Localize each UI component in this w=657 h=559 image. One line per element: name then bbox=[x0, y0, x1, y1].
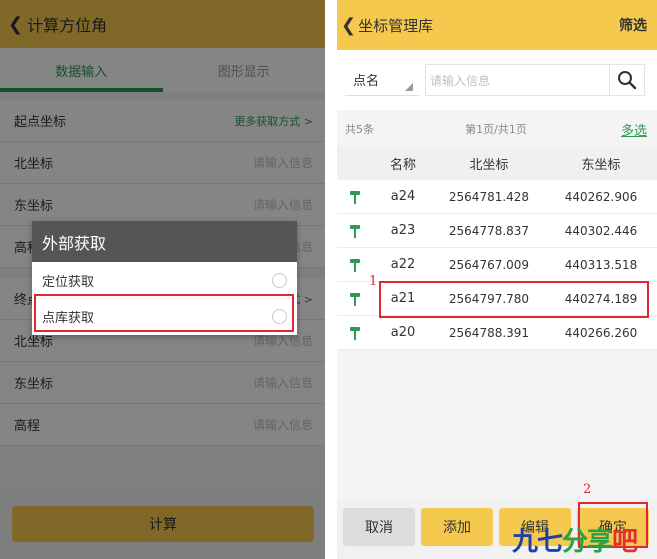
radio-circle-icon[interactable] bbox=[272, 272, 287, 288]
table-header: 名称 北坐标 东坐标 bbox=[337, 146, 657, 180]
coordinate-table: 名称 北坐标 东坐标 a24 2564781.428 440262.906 a2… bbox=[337, 146, 657, 350]
survey-pin-icon bbox=[337, 291, 373, 307]
header-north: 北坐标 bbox=[469, 157, 509, 173]
list-info-bar: 共5条 第1页/共1页 多选 bbox=[337, 112, 657, 146]
watermark-part3: 吧 bbox=[612, 527, 638, 557]
point-east: 440313.518 bbox=[564, 257, 638, 272]
step-1-marker: 1 bbox=[369, 274, 378, 289]
search-input[interactable]: 请输入信息 bbox=[425, 64, 609, 96]
point-name: a22 bbox=[390, 257, 416, 272]
dropdown-triangle-icon bbox=[405, 83, 413, 91]
watermark-part2: 分享 bbox=[562, 527, 613, 557]
search-bar: 点名 请输入信息 bbox=[337, 50, 657, 110]
field-select[interactable]: 点名 bbox=[345, 64, 419, 96]
header-name: 名称 bbox=[389, 157, 416, 173]
search-button[interactable] bbox=[609, 64, 645, 96]
table-row[interactable]: a23 2564778.837 440302.446 bbox=[337, 214, 657, 248]
coordinate-library-screen: ❮ 坐标管理库 筛选 点名 请输入信息 共5条 第1页/共1页 多选 名称 北坐… bbox=[337, 0, 657, 559]
point-north: 2564767.009 bbox=[448, 257, 530, 272]
point-east: 440262.906 bbox=[564, 189, 638, 204]
watermark-part1: 九七 bbox=[512, 527, 563, 557]
compute-azimuth-screen: ❮ 计算方位角 数据输入 图形显示 起点坐标 更多获取方式 > 北坐标 请输入信… bbox=[0, 0, 325, 559]
survey-pin-icon bbox=[337, 189, 373, 205]
survey-pin-icon bbox=[337, 223, 373, 239]
point-east: 440266.260 bbox=[564, 325, 638, 340]
record-count: 共5条 bbox=[345, 123, 374, 136]
watermark-logo: 九七分享吧 bbox=[512, 521, 638, 558]
step-2-marker: 2 bbox=[583, 482, 592, 497]
highlight-box-option bbox=[34, 294, 294, 332]
table-row[interactable]: a20 2564788.391 440266.260 bbox=[337, 316, 657, 350]
field-select-value: 点名 bbox=[353, 74, 380, 89]
cancel-button[interactable]: 取消 bbox=[343, 508, 415, 546]
table-row[interactable]: a24 2564781.428 440262.906 bbox=[337, 180, 657, 214]
page-indicator: 第1页/共1页 bbox=[465, 123, 527, 136]
survey-pin-icon bbox=[337, 257, 373, 273]
point-north: 2564781.428 bbox=[448, 189, 530, 204]
add-button[interactable]: 添加 bbox=[421, 508, 493, 546]
option-location[interactable]: 定位获取 bbox=[32, 262, 297, 298]
multi-select-link[interactable]: 多选 bbox=[587, 120, 647, 139]
page-title: 坐标管理库 bbox=[358, 16, 434, 35]
filter-button[interactable]: 筛选 bbox=[619, 15, 647, 35]
point-east: 440302.446 bbox=[564, 223, 638, 238]
point-north: 2564778.837 bbox=[448, 223, 530, 238]
point-north: 2564788.391 bbox=[448, 325, 530, 340]
dialog-title: 外部获取 bbox=[32, 221, 297, 262]
search-icon bbox=[618, 71, 637, 90]
point-name: a24 bbox=[390, 189, 416, 204]
table-row[interactable]: a22 2564767.009 440313.518 bbox=[337, 248, 657, 282]
header-east: 东坐标 bbox=[581, 157, 621, 173]
highlight-box-row-a21 bbox=[379, 281, 649, 318]
survey-pin-icon bbox=[337, 325, 373, 341]
chevron-left-icon[interactable]: ❮ bbox=[341, 15, 356, 36]
point-name: a20 bbox=[390, 325, 416, 340]
right-header: ❮ 坐标管理库 筛选 bbox=[337, 0, 657, 50]
point-name: a23 bbox=[390, 223, 416, 238]
option-location-label: 定位获取 bbox=[42, 274, 95, 290]
